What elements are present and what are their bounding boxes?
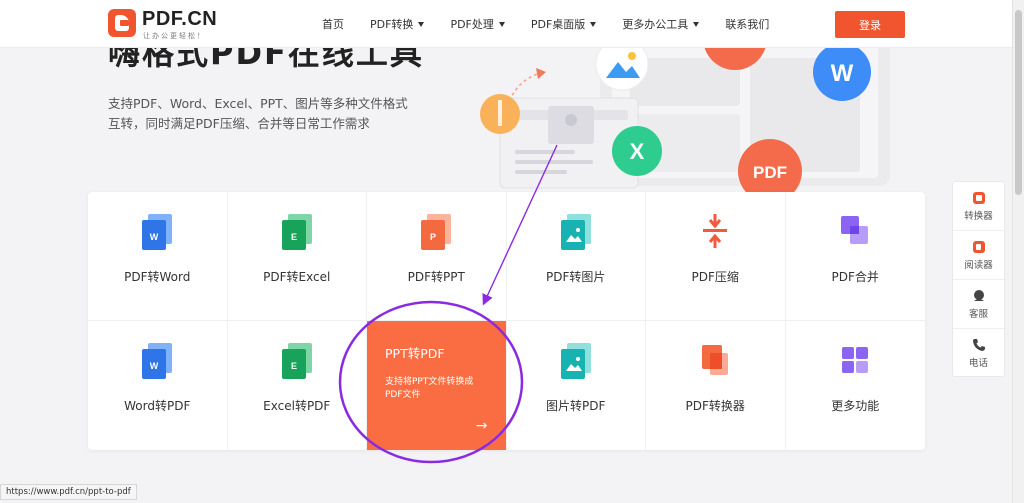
nav-item-home[interactable]: 首页 bbox=[322, 16, 344, 32]
svg-text:E: E bbox=[291, 361, 297, 371]
hero-description: 支持PDF、Word、Excel、PPT、图片等多种文件格式 互转，同时满足PD… bbox=[108, 96, 408, 131]
tool-ppt-to-pdf[interactable]: PPT转PDF 支持将PPT文件转换成PDF文件 → bbox=[367, 321, 507, 450]
word-icon: W bbox=[142, 214, 173, 250]
tool-pdf-to-word[interactable]: W PDF转Word bbox=[88, 192, 228, 321]
caret-down-icon bbox=[590, 21, 597, 27]
tool-image-to-pdf[interactable]: 图片转PDF bbox=[507, 321, 646, 450]
login-button[interactable]: 登录 bbox=[835, 11, 905, 38]
converter-icon bbox=[972, 191, 985, 204]
site-logo[interactable]: PDF.CN 让办公更轻松！ bbox=[108, 8, 218, 41]
logo-icon bbox=[108, 9, 136, 37]
tools-grid: W PDF转Word E PDF转Excel P PDF转PPT PDF转图片 bbox=[88, 192, 925, 450]
tool-pdf-to-image[interactable]: PDF转图片 bbox=[506, 192, 646, 321]
word-art-icon: W bbox=[831, 60, 854, 87]
caret-down-icon bbox=[498, 21, 505, 27]
svg-text:E: E bbox=[291, 232, 297, 242]
tool-active-title: PPT转PDF bbox=[385, 346, 445, 361]
reader-icon bbox=[972, 240, 985, 253]
side-item-phone[interactable]: 电话 bbox=[953, 329, 1004, 378]
tool-pdf-to-ppt[interactable]: P PDF转PPT bbox=[367, 192, 507, 321]
status-url-bar: https://www.pdf.cn/ppt-to-pdf bbox=[0, 484, 137, 500]
side-item-service[interactable]: 客服 bbox=[953, 280, 1004, 329]
more-icon bbox=[842, 347, 869, 373]
svg-text:W: W bbox=[150, 361, 159, 371]
tool-more-features[interactable]: 更多功能 bbox=[786, 321, 926, 450]
logo-text: PDF.CN bbox=[142, 8, 218, 30]
side-item-reader[interactable]: 阅读器 bbox=[953, 231, 1004, 280]
tool-pdf-converter[interactable]: PDF转换器 bbox=[646, 321, 786, 450]
excel-art-icon: X bbox=[630, 139, 645, 164]
image-icon bbox=[560, 343, 591, 379]
ppt-icon: P bbox=[421, 214, 452, 250]
svg-text:W: W bbox=[150, 232, 159, 242]
main-nav: 首页 PDF转换 PDF处理 PDF桌面版 更多办公工具 联系我们 bbox=[322, 0, 795, 48]
arrow-right-icon[interactable]: → bbox=[476, 418, 488, 434]
hero-illustration: X W PDF bbox=[480, 48, 890, 194]
merge-icon bbox=[841, 216, 869, 244]
nav-item-pdf-process[interactable]: PDF处理 bbox=[450, 16, 505, 32]
svg-text:P: P bbox=[430, 232, 436, 242]
caret-down-icon bbox=[693, 21, 700, 27]
image-icon bbox=[560, 214, 591, 250]
word-icon: W bbox=[142, 343, 173, 379]
service-icon bbox=[973, 289, 984, 301]
tool-excel-to-pdf[interactable]: E Excel转PDF bbox=[228, 321, 367, 450]
side-toolbar: 转换器 阅读器 客服 电话 bbox=[952, 181, 1005, 377]
tool-active-desc: 支持将PPT文件转换成PDF文件 bbox=[385, 377, 474, 400]
pdf-art-icon: PDF bbox=[753, 163, 787, 182]
nav-item-pdf-desktop[interactable]: PDF桌面版 bbox=[531, 16, 597, 32]
phone-icon bbox=[972, 339, 985, 351]
converter-icon bbox=[702, 345, 729, 375]
nav-item-contact[interactable]: 联系我们 bbox=[725, 16, 769, 32]
compress-icon bbox=[703, 214, 728, 248]
scrollbar[interactable] bbox=[1012, 0, 1024, 503]
excel-icon: E bbox=[281, 343, 312, 379]
nav-item-pdf-convert[interactable]: PDF转换 bbox=[370, 16, 425, 32]
side-item-converter[interactable]: 转换器 bbox=[953, 182, 1004, 231]
top-header: PDF.CN 让办公更轻松！ 首页 PDF转换 PDF处理 PDF桌面版 更多办… bbox=[0, 0, 1012, 48]
scrollbar-thumb[interactable] bbox=[1015, 10, 1022, 195]
tool-word-to-pdf[interactable]: W Word转PDF bbox=[88, 321, 228, 450]
tool-pdf-to-excel[interactable]: E PDF转Excel bbox=[227, 192, 367, 321]
excel-icon: E bbox=[281, 214, 312, 250]
tool-pdf-compress[interactable]: PDF压缩 bbox=[646, 192, 786, 321]
tool-pdf-merge[interactable]: PDF合并 bbox=[785, 192, 925, 321]
logo-slogan: 让办公更轻松！ bbox=[143, 32, 206, 40]
nav-item-more-tools[interactable]: 更多办公工具 bbox=[622, 16, 700, 32]
caret-down-icon bbox=[418, 21, 425, 27]
